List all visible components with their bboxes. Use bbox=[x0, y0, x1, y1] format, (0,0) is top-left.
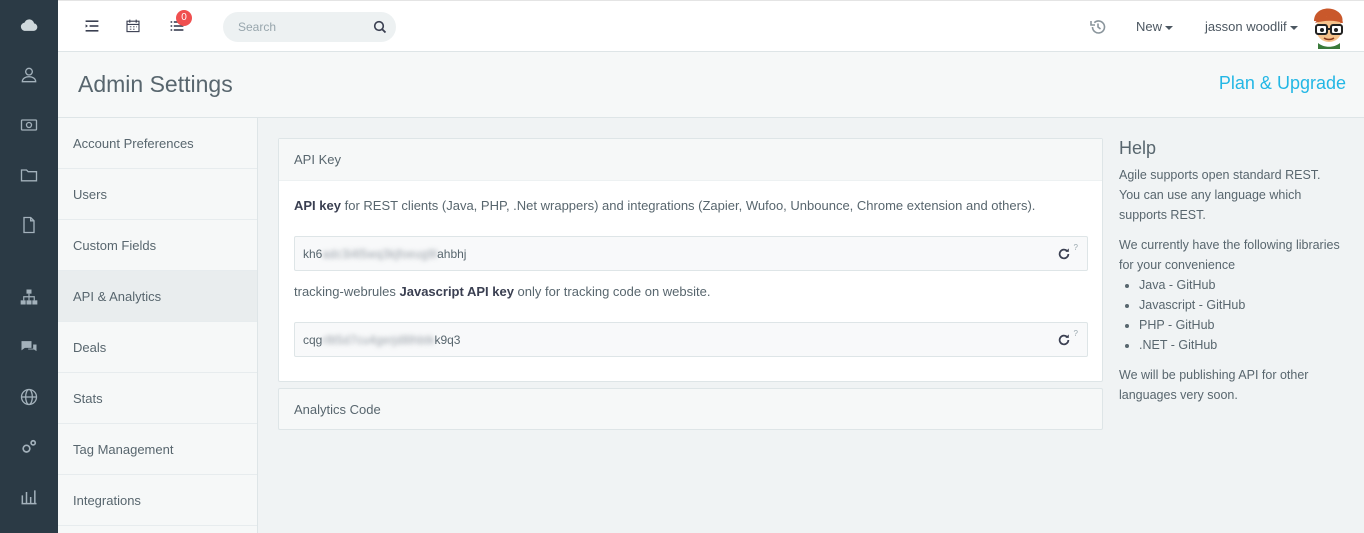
new-dropdown[interactable]: New bbox=[1136, 19, 1174, 34]
user-icon[interactable] bbox=[0, 50, 58, 100]
sidebar-item-tag-management[interactable]: Tag Management bbox=[58, 424, 257, 475]
chevron-down-icon bbox=[1289, 25, 1298, 30]
sitemap-icon[interactable] bbox=[0, 272, 58, 322]
help-question-icon[interactable]: ? bbox=[1074, 243, 1078, 252]
help-paragraph: We will be publishing API for other lang… bbox=[1119, 368, 1309, 402]
sidebar-item-custom-fields[interactable]: Custom Fields bbox=[58, 220, 257, 271]
avatar[interactable] bbox=[1308, 5, 1350, 49]
settings-sidebar: Account Preferences Users Custom Fields … bbox=[58, 118, 258, 533]
document-icon[interactable] bbox=[0, 200, 58, 250]
bar-chart-icon[interactable] bbox=[0, 472, 58, 522]
library-list: Java - GitHub Javascript - GitHub PHP - … bbox=[1139, 275, 1344, 355]
tracking-key-description: tracking-webrules Javascript API key onl… bbox=[294, 284, 711, 299]
top-header: 0 New jasson woodlif bbox=[58, 0, 1364, 52]
api-key-masked: adc3i4l5wq3kjfoeug9l bbox=[322, 247, 438, 261]
search-input[interactable] bbox=[223, 12, 363, 42]
help-paragraph: We currently have the following librarie… bbox=[1119, 238, 1340, 272]
globe-icon[interactable] bbox=[0, 372, 58, 422]
refresh-icon[interactable] bbox=[1057, 247, 1071, 261]
js-key-masked: r8t5d7cu4gerjd8lhbtk bbox=[322, 333, 435, 347]
api-key-desc-text: for REST clients (Java, PHP, .Net wrappe… bbox=[340, 198, 1036, 213]
icon-rail bbox=[0, 0, 58, 533]
sidebar-item-account-preferences[interactable]: Account Preferences bbox=[58, 118, 257, 169]
api-key-bold: API key bbox=[294, 198, 341, 213]
sidebar-item-deals[interactable]: Deals bbox=[58, 322, 257, 373]
library-item-java[interactable]: Java - GitHub bbox=[1139, 275, 1344, 295]
help-paragraph: Agile supports open standard REST. You c… bbox=[1119, 168, 1321, 222]
api-key-panel: API Key API key for REST clients (Java, … bbox=[278, 138, 1103, 382]
tracking-suffix: only for tracking code on website. bbox=[513, 284, 711, 299]
list-indent-icon[interactable] bbox=[81, 15, 103, 37]
calendar-icon[interactable] bbox=[122, 15, 144, 37]
chat-icon[interactable] bbox=[0, 322, 58, 372]
api-key-description: API key for REST clients (Java, PHP, .Ne… bbox=[294, 198, 1035, 213]
folder-icon[interactable] bbox=[0, 150, 58, 200]
help-section: Help Agile supports open standard REST. … bbox=[1119, 137, 1344, 415]
sidebar-item-integrations[interactable]: Integrations bbox=[58, 475, 257, 526]
api-key-prefix: kh6 bbox=[303, 247, 323, 261]
page-title: Admin Settings bbox=[78, 71, 233, 97]
sidebar-item-users[interactable]: Users bbox=[58, 169, 257, 220]
library-item-dotnet[interactable]: .NET - GitHub bbox=[1139, 335, 1344, 355]
library-item-php[interactable]: PHP - GitHub bbox=[1139, 315, 1344, 335]
plan-upgrade-link[interactable]: Plan & Upgrade bbox=[1219, 73, 1346, 94]
history-icon[interactable] bbox=[1088, 17, 1108, 37]
js-key-prefix: cqg bbox=[303, 333, 323, 347]
page-title-bar: Admin Settings Plan & Upgrade bbox=[58, 52, 1364, 118]
api-key-suffix: ahbhj bbox=[437, 247, 467, 261]
js-key-suffix: k9q3 bbox=[434, 333, 461, 347]
help-heading: Help bbox=[1119, 138, 1157, 158]
sidebar-item-stats[interactable]: Stats bbox=[58, 373, 257, 424]
notification-badge: 0 bbox=[176, 10, 192, 26]
analytics-code-panel[interactable]: Analytics Code bbox=[278, 388, 1103, 430]
search-box bbox=[223, 12, 396, 42]
user-dropdown[interactable]: jasson woodlif bbox=[1205, 19, 1298, 34]
user-name: jasson woodlif bbox=[1205, 19, 1287, 34]
api-key-field[interactable]: kh6adc3i4l5wq3kjfoeug9lahbhj ? bbox=[294, 236, 1088, 271]
tracking-bold: Javascript API key bbox=[399, 284, 514, 299]
library-item-javascript[interactable]: Javascript - GitHub bbox=[1139, 295, 1344, 315]
js-api-key-value: cqgr8t5d7cu4gerjd8lhbtkk9q3 bbox=[303, 333, 460, 347]
tracking-prefix: tracking-webrules bbox=[294, 284, 400, 299]
sidebar-item-api-analytics[interactable]: API & Analytics bbox=[58, 271, 257, 322]
refresh-icon[interactable] bbox=[1057, 333, 1071, 347]
chevron-down-icon bbox=[1165, 25, 1174, 30]
cogs-icon[interactable] bbox=[0, 422, 58, 472]
help-question-icon[interactable]: ? bbox=[1074, 329, 1078, 338]
api-key-value: kh6adc3i4l5wq3kjfoeug9lahbhj bbox=[303, 247, 466, 261]
new-label: New bbox=[1136, 19, 1163, 34]
money-icon[interactable] bbox=[0, 100, 58, 150]
js-api-key-field[interactable]: cqgr8t5d7cu4gerjd8lhbtkk9q3 ? bbox=[294, 322, 1088, 357]
search-icon[interactable] bbox=[372, 19, 388, 35]
cloud-icon[interactable] bbox=[0, 0, 58, 50]
api-key-heading[interactable]: API Key bbox=[279, 139, 1102, 181]
